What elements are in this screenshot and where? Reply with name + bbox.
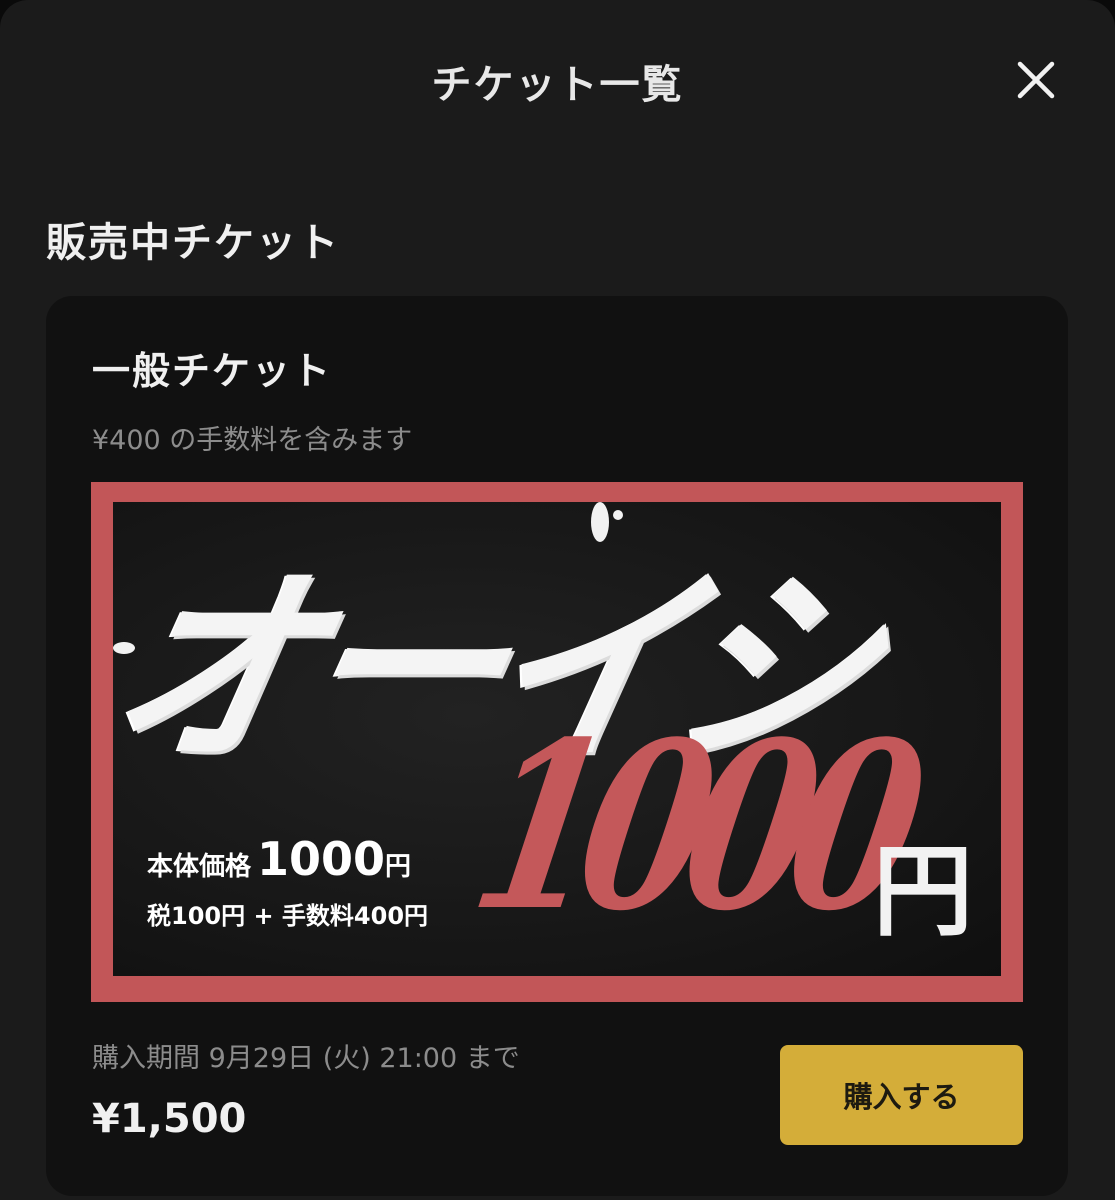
banner-big-price: 1000 (456, 692, 923, 962)
banner-breakdown: 税100円 + 手数料400円 (147, 902, 429, 930)
base-price-value: 1000 (257, 832, 386, 886)
close-button[interactable] (1008, 52, 1064, 108)
base-price-unit: 円 (385, 852, 412, 882)
fee-note: ¥400 の手数料を含みます (92, 425, 413, 456)
ticket-banner: オーイシ 1000 円 本体価格 1000円 税100円 + 手数料400円 (91, 482, 1023, 1002)
ticket-name: 一般チケット (92, 349, 333, 393)
ticket-card: 一般チケット ¥400 の手数料を含みます オーイシ 1000 円 本体価格 10… (46, 296, 1068, 1196)
purchase-period: 購入期間 9月29日 (火) 21:00 まで (92, 1043, 520, 1074)
close-icon (1017, 61, 1055, 99)
ticket-price: ¥1,500 (92, 1096, 247, 1142)
base-price-label: 本体価格 (147, 852, 252, 882)
banner-base-price: 本体価格 1000円 (147, 832, 411, 886)
section-title: 販売中チケット (46, 220, 340, 266)
ticket-list-sheet: チケット一覧 販売中チケット 一般チケット ¥400 の手数料を含みます オーイ… (0, 0, 1115, 1200)
page-title: チケット一覧 (431, 62, 684, 108)
buy-button[interactable]: 購入する (780, 1045, 1023, 1145)
banner-big-price-unit: 円 (873, 833, 973, 950)
banner-inner: オーイシ 1000 円 本体価格 1000円 税100円 + 手数料400円 (113, 502, 1001, 976)
